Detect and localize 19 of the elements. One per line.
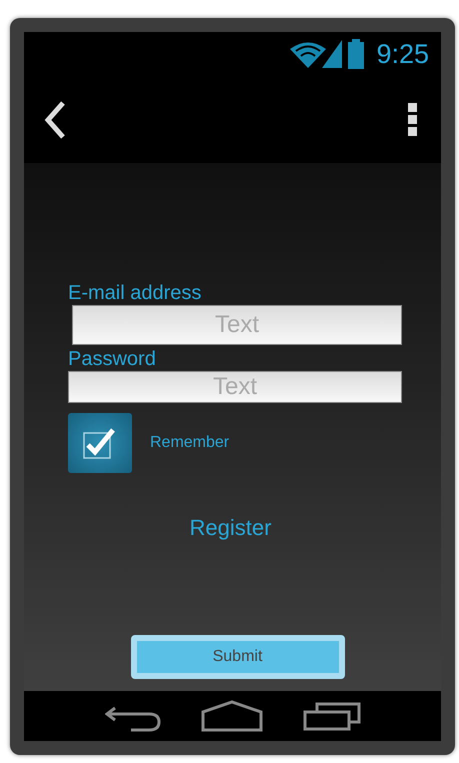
clock-time: 9:25	[376, 38, 429, 71]
home-icon	[200, 700, 262, 732]
chevron-left-icon	[44, 100, 66, 140]
submit-button[interactable]: Submit	[130, 635, 344, 679]
remember-label: Remember	[150, 433, 230, 453]
back-button[interactable]	[44, 100, 68, 140]
signal-icon	[322, 40, 342, 68]
register-link[interactable]: Register	[190, 511, 272, 544]
remember-checkbox[interactable]	[68, 413, 132, 473]
recent-apps-icon	[302, 700, 360, 732]
field-label: E-mail address	[68, 281, 202, 305]
home-nav-button[interactable]	[200, 700, 262, 732]
input-field[interactable]: Text	[68, 371, 402, 403]
battery-icon	[348, 39, 364, 69]
recent-apps-button[interactable]	[302, 700, 360, 732]
check-icon	[83, 427, 117, 459]
wifi-icon	[290, 40, 326, 68]
field-label: Password	[68, 347, 157, 371]
input-field[interactable]: Text	[72, 305, 402, 345]
